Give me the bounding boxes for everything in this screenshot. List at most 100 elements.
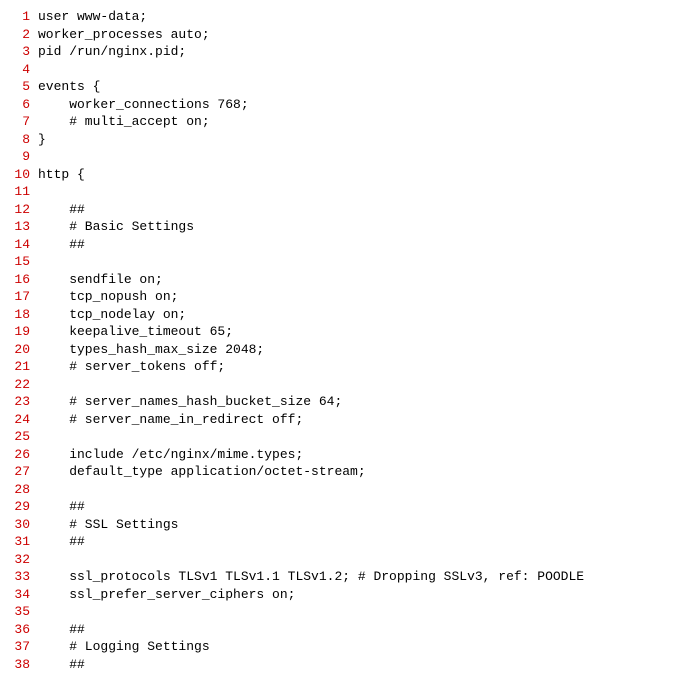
code-line: 13 # Basic Settings <box>8 218 666 236</box>
code-line: 21 # server_tokens off; <box>8 358 666 376</box>
line-number: 15 <box>8 253 38 271</box>
code-listing: 1user www-data;2worker_processes auto;3p… <box>8 8 666 673</box>
code-text: # Basic Settings <box>38 218 666 236</box>
code-line: 15 <box>8 253 666 271</box>
code-line: 20 types_hash_max_size 2048; <box>8 341 666 359</box>
code-text <box>38 148 666 166</box>
line-number: 16 <box>8 271 38 289</box>
line-number: 18 <box>8 306 38 324</box>
code-text: ## <box>38 656 666 674</box>
code-text: # server_name_in_redirect off; <box>38 411 666 429</box>
code-line: 5events { <box>8 78 666 96</box>
line-number: 34 <box>8 586 38 604</box>
code-text: pid /run/nginx.pid; <box>38 43 666 61</box>
line-number: 12 <box>8 201 38 219</box>
line-number: 19 <box>8 323 38 341</box>
code-text: ssl_prefer_server_ciphers on; <box>38 586 666 604</box>
code-line: 38 ## <box>8 656 666 674</box>
line-number: 17 <box>8 288 38 306</box>
code-line: 11 <box>8 183 666 201</box>
code-text <box>38 183 666 201</box>
code-text: worker_connections 768; <box>38 96 666 114</box>
code-text: # server_names_hash_bucket_size 64; <box>38 393 666 411</box>
code-line: 19 keepalive_timeout 65; <box>8 323 666 341</box>
code-text: # SSL Settings <box>38 516 666 534</box>
code-line: 10http { <box>8 166 666 184</box>
line-number: 9 <box>8 148 38 166</box>
line-number: 36 <box>8 621 38 639</box>
code-text: ## <box>38 498 666 516</box>
code-text: } <box>38 131 666 149</box>
code-text <box>38 551 666 569</box>
line-number: 31 <box>8 533 38 551</box>
line-number: 25 <box>8 428 38 446</box>
code-line: 8} <box>8 131 666 149</box>
code-text: user www-data; <box>38 8 666 26</box>
line-number: 30 <box>8 516 38 534</box>
code-line: 22 <box>8 376 666 394</box>
line-number: 33 <box>8 568 38 586</box>
code-text <box>38 481 666 499</box>
code-line: 17 tcp_nopush on; <box>8 288 666 306</box>
line-number: 37 <box>8 638 38 656</box>
line-number: 1 <box>8 8 38 26</box>
code-line: 37 # Logging Settings <box>8 638 666 656</box>
code-text: events { <box>38 78 666 96</box>
code-line: 6 worker_connections 768; <box>8 96 666 114</box>
code-text: sendfile on; <box>38 271 666 289</box>
code-line: 16 sendfile on; <box>8 271 666 289</box>
code-text: ## <box>38 236 666 254</box>
line-number: 2 <box>8 26 38 44</box>
line-number: 32 <box>8 551 38 569</box>
code-line: 2worker_processes auto; <box>8 26 666 44</box>
code-text: # server_tokens off; <box>38 358 666 376</box>
code-text <box>38 253 666 271</box>
code-text: worker_processes auto; <box>38 26 666 44</box>
code-text: default_type application/octet-stream; <box>38 463 666 481</box>
line-number: 22 <box>8 376 38 394</box>
code-line: 24 # server_name_in_redirect off; <box>8 411 666 429</box>
line-number: 5 <box>8 78 38 96</box>
code-line: 25 <box>8 428 666 446</box>
code-line: 14 ## <box>8 236 666 254</box>
line-number: 27 <box>8 463 38 481</box>
code-line: 7 # multi_accept on; <box>8 113 666 131</box>
code-line: 4 <box>8 61 666 79</box>
line-number: 4 <box>8 61 38 79</box>
code-line: 31 ## <box>8 533 666 551</box>
line-number: 35 <box>8 603 38 621</box>
line-number: 11 <box>8 183 38 201</box>
line-number: 38 <box>8 656 38 674</box>
code-text: ssl_protocols TLSv1 TLSv1.1 TLSv1.2; # D… <box>38 568 666 586</box>
code-line: 30 # SSL Settings <box>8 516 666 534</box>
line-number: 23 <box>8 393 38 411</box>
code-line: 18 tcp_nodelay on; <box>8 306 666 324</box>
code-line: 12 ## <box>8 201 666 219</box>
code-line: 29 ## <box>8 498 666 516</box>
code-text: # multi_accept on; <box>38 113 666 131</box>
code-text: keepalive_timeout 65; <box>38 323 666 341</box>
code-text: ## <box>38 201 666 219</box>
line-number: 29 <box>8 498 38 516</box>
line-number: 24 <box>8 411 38 429</box>
code-text: # Logging Settings <box>38 638 666 656</box>
line-number: 6 <box>8 96 38 114</box>
line-number: 21 <box>8 358 38 376</box>
code-line: 23 # server_names_hash_bucket_size 64; <box>8 393 666 411</box>
code-line: 28 <box>8 481 666 499</box>
code-line: 32 <box>8 551 666 569</box>
code-text: ## <box>38 621 666 639</box>
code-line: 27 default_type application/octet-stream… <box>8 463 666 481</box>
code-line: 26 include /etc/nginx/mime.types; <box>8 446 666 464</box>
line-number: 14 <box>8 236 38 254</box>
code-line: 9 <box>8 148 666 166</box>
code-text: ## <box>38 533 666 551</box>
line-number: 7 <box>8 113 38 131</box>
line-number: 28 <box>8 481 38 499</box>
line-number: 13 <box>8 218 38 236</box>
line-number: 3 <box>8 43 38 61</box>
code-text: tcp_nodelay on; <box>38 306 666 324</box>
code-text <box>38 61 666 79</box>
code-text <box>38 428 666 446</box>
code-text: tcp_nopush on; <box>38 288 666 306</box>
